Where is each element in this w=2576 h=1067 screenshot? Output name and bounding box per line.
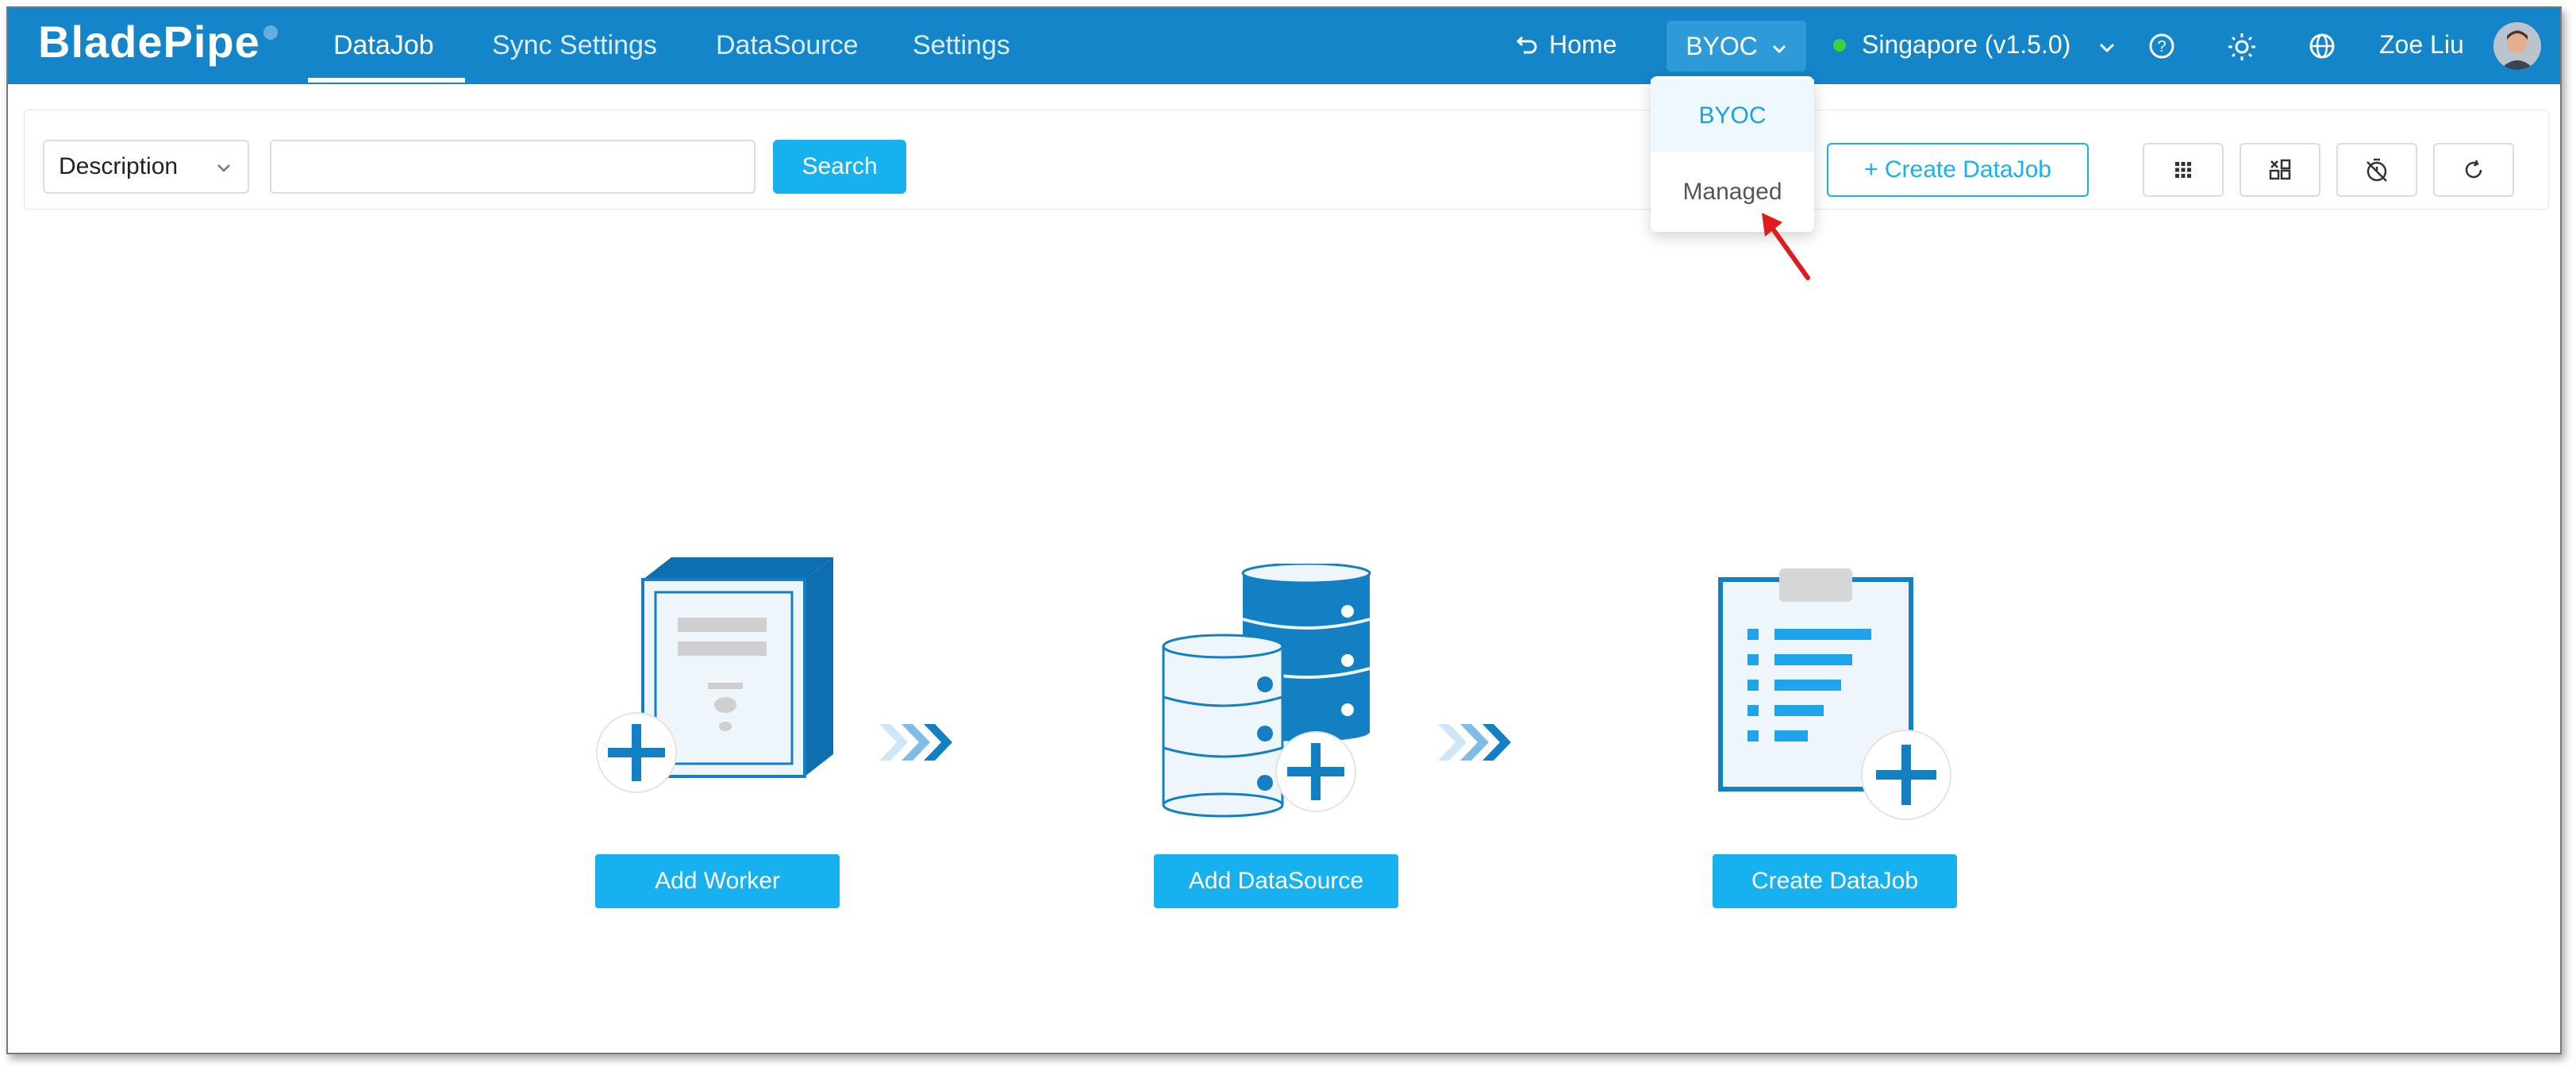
search-button[interactable]: Search xyxy=(773,140,906,194)
refresh-button[interactable] xyxy=(2433,143,2514,197)
help-icon[interactable]: ? xyxy=(2147,32,2176,60)
nav-datajob[interactable]: DataJob xyxy=(333,30,434,61)
theme-sun-icon[interactable] xyxy=(2227,32,2257,62)
filter-field-select[interactable]: Description xyxy=(43,140,249,194)
user-avatar[interactable] xyxy=(2493,22,2541,70)
refresh-icon xyxy=(2465,160,2482,179)
timer-off-button[interactable] xyxy=(2336,143,2417,197)
home-link[interactable]: Home xyxy=(1516,30,1617,60)
create-datajob-button[interactable]: + Create DataJob xyxy=(1827,143,2089,197)
add-datasource-button[interactable]: Add DataSource xyxy=(1154,854,1398,908)
region-label: Singapore (v1.5.0) xyxy=(1862,30,2071,59)
bladepipe-logo[interactable]: BladePipe xyxy=(38,16,278,67)
svg-text:?: ? xyxy=(2157,38,2166,56)
server-add-icon xyxy=(596,557,833,793)
deploy-mode-label: BYOC xyxy=(1686,32,1758,60)
filter-field-value: Description xyxy=(59,153,179,179)
nav-settings[interactable]: Settings xyxy=(913,30,1010,61)
app-window: BladePipe DataJob Sync Settings DataSour… xyxy=(6,6,2562,1054)
home-label: Home xyxy=(1549,30,1617,59)
chevron-down-icon xyxy=(1772,44,1786,54)
dots-grid-icon xyxy=(2175,162,2191,178)
timer-off-icon xyxy=(2366,158,2387,182)
nav-datasource[interactable]: DataSource xyxy=(716,30,859,61)
clipboard-add-icon xyxy=(1718,568,1951,820)
database-add-icon xyxy=(1162,564,1371,818)
grid-view-button[interactable] xyxy=(2143,143,2224,197)
user-name[interactable]: Zoe Liu xyxy=(2379,30,2464,60)
batch-select-button[interactable] xyxy=(2240,143,2320,197)
add-worker-button[interactable]: Add Worker xyxy=(595,854,840,908)
chevron-down-icon xyxy=(216,141,232,192)
annotation-arrow-icon xyxy=(1762,213,1810,280)
chevron-down-icon xyxy=(2100,43,2115,53)
search-input[interactable] xyxy=(270,140,755,194)
status-online-dot xyxy=(1833,39,1846,52)
chevrons-right-icon xyxy=(1438,724,1511,761)
top-navbar: BladePipe DataJob Sync Settings DataSour… xyxy=(8,8,2560,84)
nav-sync-settings[interactable]: Sync Settings xyxy=(492,30,657,61)
logo-text: BladePipe xyxy=(38,17,260,67)
apps-icon xyxy=(2269,159,2291,180)
undo-arrow-icon xyxy=(1516,36,1537,54)
chevrons-right-icon xyxy=(879,724,952,761)
nav-active-underline xyxy=(308,78,465,83)
menu-item-byoc[interactable]: BYOC xyxy=(1651,79,1814,152)
create-datajob-step-button[interactable]: Create DataJob xyxy=(1713,854,1957,908)
region-selector[interactable]: Singapore (v1.5.0) xyxy=(1833,30,2116,60)
deploy-mode-dropdown[interactable]: BYOC xyxy=(1667,21,1806,71)
language-globe-icon[interactable] xyxy=(2308,32,2336,60)
